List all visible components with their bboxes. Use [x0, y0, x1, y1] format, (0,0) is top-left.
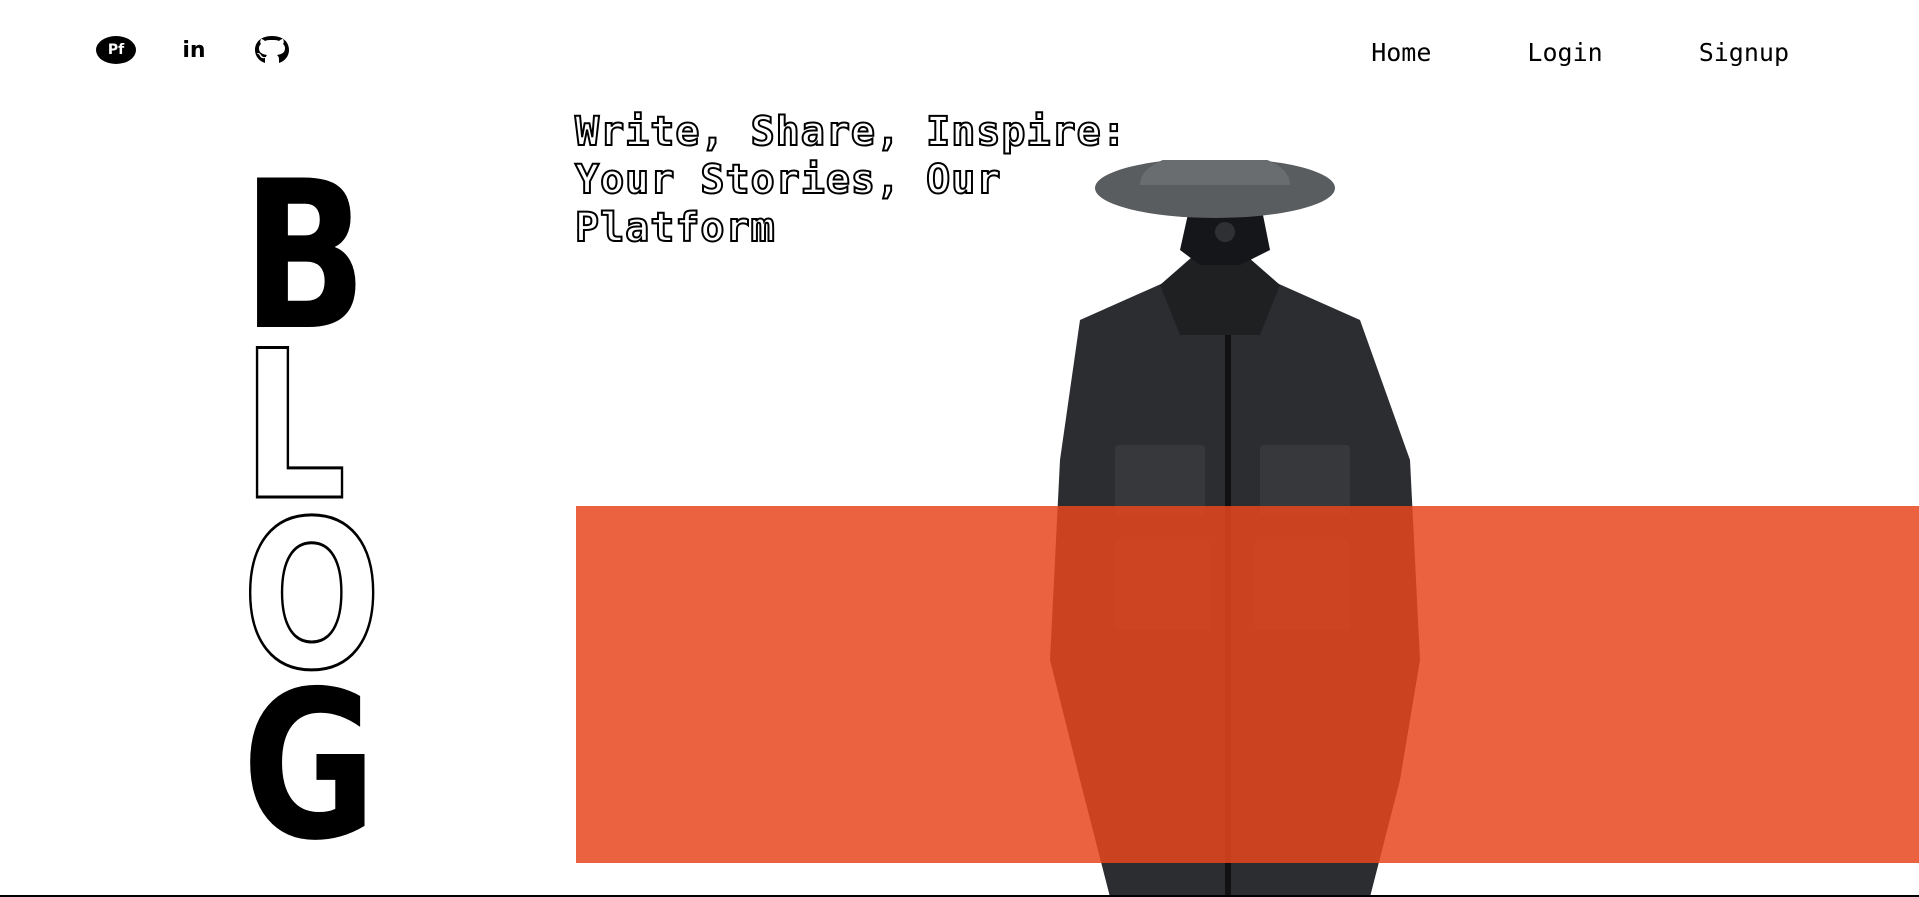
linkedin-link[interactable]: in [173, 36, 215, 64]
github-icon [255, 36, 289, 63]
social-links: Pf in [95, 36, 293, 64]
portfolio-link[interactable]: Pf [95, 36, 137, 64]
accent-band [576, 506, 1919, 863]
tagline-line-1: Write, Share, Inspire: [574, 108, 1127, 156]
tagline-line-2: Your Stories, Our [574, 156, 1002, 204]
tagline-line-3: Platform [574, 204, 776, 252]
github-link[interactable] [251, 36, 293, 64]
blog-wordmark: B L O G [230, 155, 383, 886]
top-nav: Home Login Signup [1371, 38, 1789, 67]
linkedin-icon: in [182, 37, 206, 63]
blog-letter-g: G [242, 648, 377, 886]
nav-home-link[interactable]: Home [1371, 38, 1431, 67]
nav-signup-link[interactable]: Signup [1699, 38, 1789, 67]
portfolio-icon: Pf [96, 36, 136, 64]
nav-login-link[interactable]: Login [1527, 38, 1602, 67]
